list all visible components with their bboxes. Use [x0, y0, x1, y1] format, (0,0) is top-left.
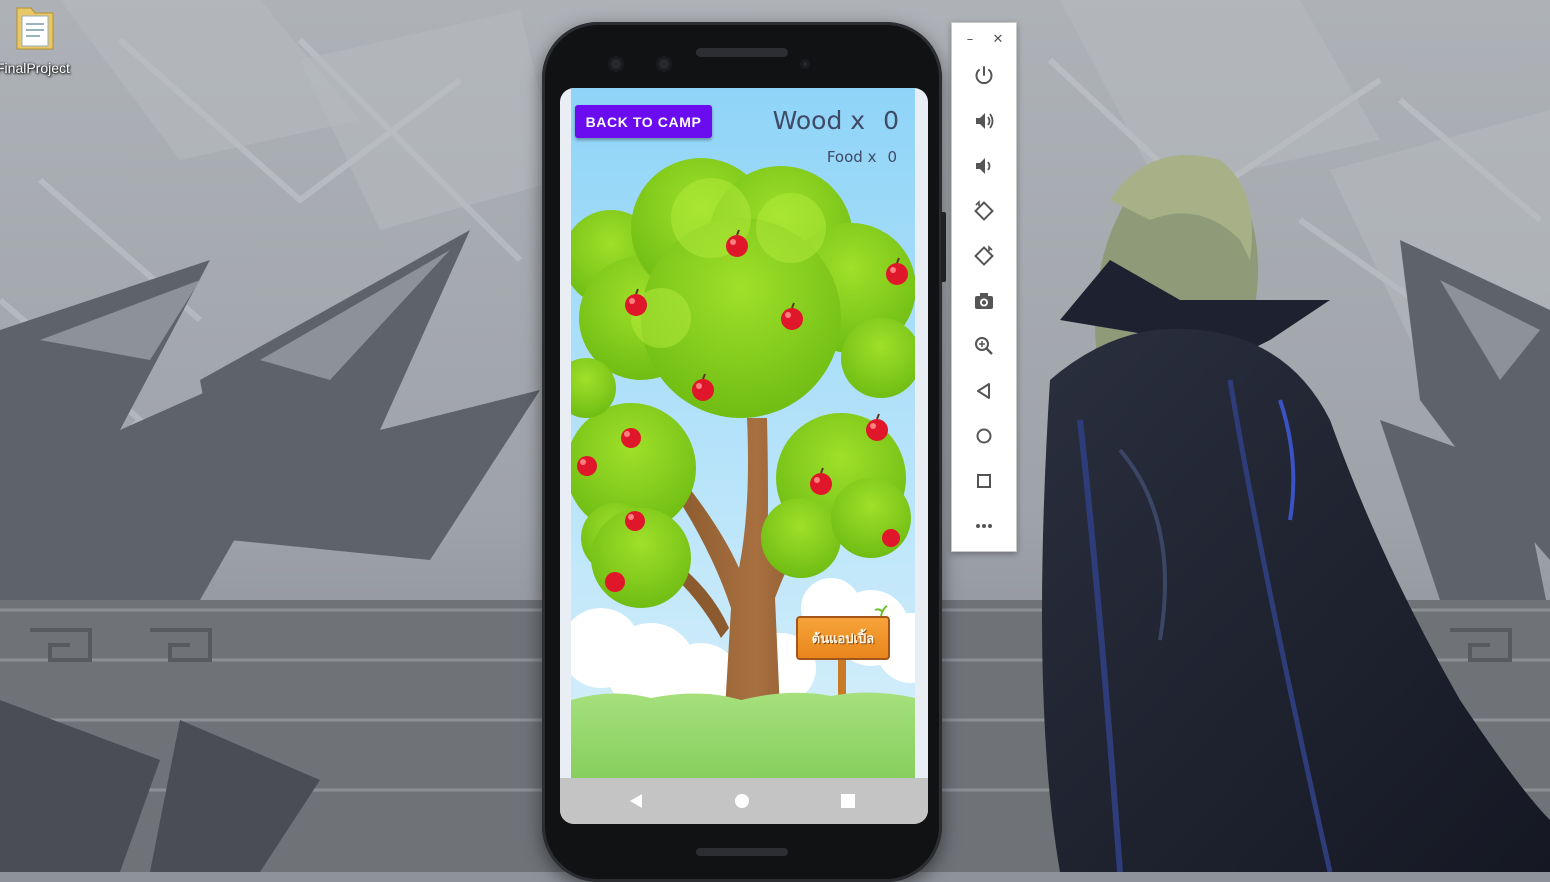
volume-up-icon[interactable]	[971, 108, 997, 134]
toolbar-window-controls: – ✕	[952, 29, 1018, 51]
close-button[interactable]: ✕	[990, 31, 1006, 47]
camera-screenshot-icon[interactable]	[971, 288, 997, 314]
android-navigation-bar	[560, 778, 928, 824]
apple	[605, 572, 625, 592]
home-icon[interactable]	[971, 423, 997, 449]
apple	[621, 428, 641, 448]
rotate-left-icon[interactable]	[971, 198, 997, 224]
phone-frame: ต้นแอปเปิ้ล BACK TO CAMP Wood x 0 Food x…	[542, 22, 946, 882]
wood-count: 0	[883, 106, 899, 135]
sign-text: ต้นแอปเปิ้ล	[811, 631, 875, 647]
desktop-icon-label: FinalProject	[0, 60, 70, 76]
apple-tree-scene[interactable]	[571, 88, 915, 778]
more-options-icon[interactable]	[971, 513, 997, 539]
desktop-folder-shortcut[interactable]: FinalProject	[0, 0, 80, 84]
zoom-icon[interactable]	[971, 333, 997, 359]
phone-screen: ต้นแอปเปิ้ล BACK TO CAMP Wood x 0 Food x…	[560, 88, 928, 824]
overview-icon[interactable]	[971, 468, 997, 494]
volume-down-icon[interactable]	[971, 153, 997, 179]
front-sensor-icon	[656, 56, 672, 72]
apple	[577, 456, 597, 476]
wood-counter: Wood x 0	[773, 106, 899, 135]
phone-top-speaker	[696, 48, 788, 57]
nav-recents-icon[interactable]	[838, 791, 858, 811]
rotate-right-icon[interactable]	[971, 243, 997, 269]
proximity-sensor-icon	[800, 59, 810, 69]
wood-label: Wood x	[772, 106, 866, 135]
apple	[625, 511, 645, 531]
back-to-camp-button[interactable]: BACK TO CAMP	[575, 105, 712, 138]
front-camera-icon	[608, 56, 624, 72]
emulator-toolbar: – ✕	[951, 22, 1017, 552]
folder-icon	[16, 7, 54, 50]
nav-back-icon[interactable]	[626, 791, 646, 811]
food-label: Food x	[826, 148, 877, 166]
apple	[882, 529, 900, 547]
grass-ground	[571, 692, 915, 778]
sign-board: ต้นแอปเปิ้ล	[796, 616, 890, 660]
minimize-button[interactable]: –	[962, 31, 978, 47]
power-icon[interactable]	[971, 63, 997, 89]
apple-tree-sign: ต้นแอปเปิ้ล	[796, 616, 890, 660]
back-icon[interactable]	[971, 378, 997, 404]
food-count: 0	[887, 148, 897, 166]
food-counter: Food x 0	[827, 148, 897, 166]
game-view: ต้นแอปเปิ้ล BACK TO CAMP Wood x 0 Food x…	[571, 88, 915, 778]
phone-bottom-speaker	[696, 848, 788, 856]
phone-side-button	[941, 212, 946, 282]
nav-home-icon[interactable]	[732, 791, 752, 811]
